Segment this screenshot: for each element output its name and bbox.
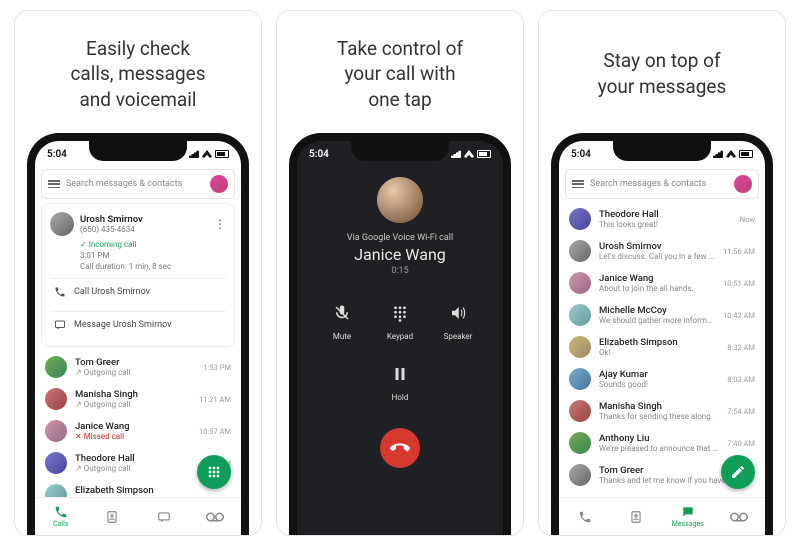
wifi-icon — [726, 150, 736, 158]
contact-avatar — [45, 452, 67, 474]
call-duration: Call duration: 1 min, 8 sec — [80, 262, 226, 273]
tab-messages[interactable] — [138, 498, 190, 535]
wifi-icon — [464, 150, 474, 158]
mute-icon — [327, 298, 357, 328]
list-item[interactable]: Theodore HallThis looks great!Now — [559, 203, 765, 235]
promo-panel-calls: Easily check calls, messages and voicema… — [14, 10, 262, 536]
caller-name: Janice Wang — [354, 245, 446, 264]
bottom-nav: Messages — [559, 497, 765, 535]
contact-avatar — [45, 420, 67, 442]
account-avatar[interactable] — [210, 175, 228, 193]
contact-avatar — [569, 272, 591, 294]
message-icon — [54, 319, 66, 331]
mute-button[interactable]: Mute — [313, 298, 371, 341]
contact-avatar — [45, 388, 67, 410]
panel-title: Easily check calls, messages and voicema… — [70, 29, 205, 119]
search-bar[interactable]: Search messages & contacts — [565, 169, 759, 199]
hold-button[interactable]: Hold — [371, 359, 429, 402]
notch — [613, 141, 711, 161]
status-time: 5:04 — [47, 149, 67, 160]
message-back-button[interactable]: Message Urosh Smirnov — [50, 311, 226, 338]
contact-avatar — [569, 240, 591, 262]
bottom-nav: Calls — [35, 497, 241, 535]
contact-avatar — [569, 400, 591, 422]
speaker-icon — [443, 298, 473, 328]
phone-frame: 5:04 Search messages & contacts Urosh Sm… — [27, 133, 249, 535]
expanded-call-card[interactable]: Urosh Smirnov (650) 435-4634 ⋮ ✓ Incomin… — [41, 203, 235, 347]
promo-panel-messages: Stay on top of your messages 5:04 Search… — [538, 10, 786, 536]
contact-avatar — [569, 336, 591, 358]
phone-frame: 5:04 Via Google Voice Wi-Fi call Janice … — [289, 133, 511, 535]
menu-icon[interactable] — [48, 180, 60, 188]
list-item[interactable]: Michelle McCoyWe should gather more info… — [559, 299, 765, 331]
menu-icon[interactable] — [572, 180, 584, 188]
search-placeholder: Search messages & contacts — [66, 179, 182, 189]
promo-panel-incall: Take control of your call with one tap 5… — [276, 10, 524, 536]
call-back-button[interactable]: Call Urosh Smirnov — [50, 278, 226, 305]
status-time: 5:04 — [309, 149, 329, 160]
dialpad-fab[interactable] — [197, 455, 231, 489]
keypad-icon — [385, 298, 415, 328]
battery-icon — [739, 150, 753, 158]
contact-number: (650) 435-4634 — [80, 225, 143, 234]
tab-voicemail[interactable] — [714, 498, 766, 535]
tab-messages[interactable]: Messages — [662, 498, 714, 535]
list-item[interactable]: Ajay KumarSounds good!8:03 AM — [559, 363, 765, 395]
list-item[interactable]: Anthony LiuWe're pleased to announce tha… — [559, 427, 765, 459]
contact-avatar — [50, 212, 74, 236]
notch — [89, 141, 187, 161]
signal-icon — [713, 150, 723, 158]
tab-voicemail[interactable] — [190, 498, 242, 535]
search-bar[interactable]: Search messages & contacts — [41, 169, 235, 199]
tab-contacts[interactable] — [611, 498, 663, 535]
signal-icon — [451, 150, 461, 158]
notch — [351, 141, 449, 161]
contact-name: Urosh Smirnov — [80, 214, 143, 225]
keypad-button[interactable]: Keypad — [371, 298, 429, 341]
list-item[interactable]: Elizabeth SimpsonOk!8:32 AM — [559, 331, 765, 363]
call-status: ✓ Incoming call — [80, 240, 226, 251]
contact-avatar — [569, 208, 591, 230]
contact-avatar — [569, 464, 591, 486]
call-time: 3:01 PM — [80, 251, 226, 262]
pause-icon — [385, 359, 415, 389]
speaker-button[interactable]: Speaker — [429, 298, 487, 341]
contact-avatar — [569, 368, 591, 390]
status-time: 5:04 — [571, 149, 591, 160]
hangup-button[interactable] — [380, 428, 420, 468]
list-item[interactable]: Manisha SinghThanks for sending these al… — [559, 395, 765, 427]
battery-icon — [215, 150, 229, 158]
search-placeholder: Search messages & contacts — [590, 179, 706, 189]
account-avatar[interactable] — [734, 175, 752, 193]
panel-title: Stay on top of your messages — [598, 29, 727, 119]
list-item[interactable]: Urosh SmirnovLet's discuss. Call you in … — [559, 235, 765, 267]
list-item[interactable]: Janice WangAbout to join the all hands.1… — [559, 267, 765, 299]
call-via-label: Via Google Voice Wi-Fi call — [347, 233, 453, 243]
messages-list: Theodore HallThis looks great!Now Urosh … — [559, 203, 765, 491]
battery-icon — [477, 150, 491, 158]
tab-calls[interactable] — [559, 498, 611, 535]
list-item[interactable]: Janice Wang✕ Missed call 10:57 AM — [35, 415, 241, 447]
tab-contacts[interactable] — [87, 498, 139, 535]
call-elapsed: 0:15 — [391, 266, 408, 276]
contact-avatar — [569, 432, 591, 454]
compose-fab[interactable] — [721, 455, 755, 489]
contact-avatar — [569, 304, 591, 326]
phone-frame: 5:04 Search messages & contacts Theodore… — [551, 133, 773, 535]
panel-title: Take control of your call with one tap — [337, 29, 463, 119]
wifi-icon — [202, 150, 212, 158]
contact-avatar — [45, 356, 67, 378]
signal-icon — [189, 150, 199, 158]
more-icon[interactable]: ⋮ — [214, 222, 226, 227]
list-item[interactable]: Manisha Singh↗ Outgoing call 11:21 AM — [35, 383, 241, 415]
tab-calls[interactable]: Calls — [35, 498, 87, 535]
phone-icon — [54, 286, 66, 298]
list-item[interactable]: Tom Greer↗ Outgoing call 1:53 PM — [35, 351, 241, 383]
caller-avatar — [377, 177, 423, 223]
